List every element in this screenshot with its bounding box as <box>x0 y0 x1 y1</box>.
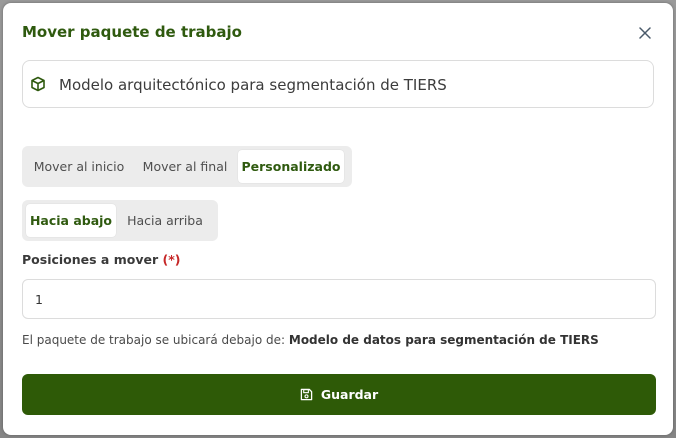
direction-tabs: Hacia abajo Hacia arriba <box>22 200 218 241</box>
tab-upward[interactable]: Hacia arriba <box>118 204 212 237</box>
dialog-title: Mover paquete de trabajo <box>22 23 242 41</box>
package-name: Modelo arquitectónico para segmentación … <box>59 76 447 94</box>
tab-downward[interactable]: Hacia abajo <box>26 204 116 237</box>
placement-hint: El paquete de trabajo se ubicará debajo … <box>22 333 599 347</box>
positions-label-text: Posiciones a mover <box>22 252 159 267</box>
positions-input-value: 1 <box>35 291 43 307</box>
close-button[interactable] <box>633 21 657 45</box>
positions-input[interactable]: 1 <box>22 279 656 319</box>
save-icon <box>300 388 313 401</box>
cube-icon <box>31 76 45 92</box>
package-card: Modelo arquitectónico para segmentación … <box>22 60 654 108</box>
save-button-label: Guardar <box>320 387 379 402</box>
hint-prefix: El paquete de trabajo se ubicará debajo … <box>22 333 286 347</box>
tab-custom[interactable]: Personalizado <box>238 150 344 183</box>
required-mark: (*) <box>162 252 181 267</box>
tab-move-to-start[interactable]: Mover al inicio <box>26 150 132 183</box>
tab-move-to-end[interactable]: Mover al final <box>134 150 236 183</box>
positions-label: Posiciones a mover (*) <box>22 252 180 267</box>
hint-target: Modelo de datos para segmentación de TIE… <box>288 333 599 347</box>
move-package-dialog: Mover paquete de trabajo Modelo arquitec… <box>3 3 673 435</box>
close-icon <box>639 27 651 39</box>
position-tabs: Mover al inicio Mover al final Personali… <box>22 146 352 187</box>
save-button[interactable]: Guardar <box>22 374 656 415</box>
